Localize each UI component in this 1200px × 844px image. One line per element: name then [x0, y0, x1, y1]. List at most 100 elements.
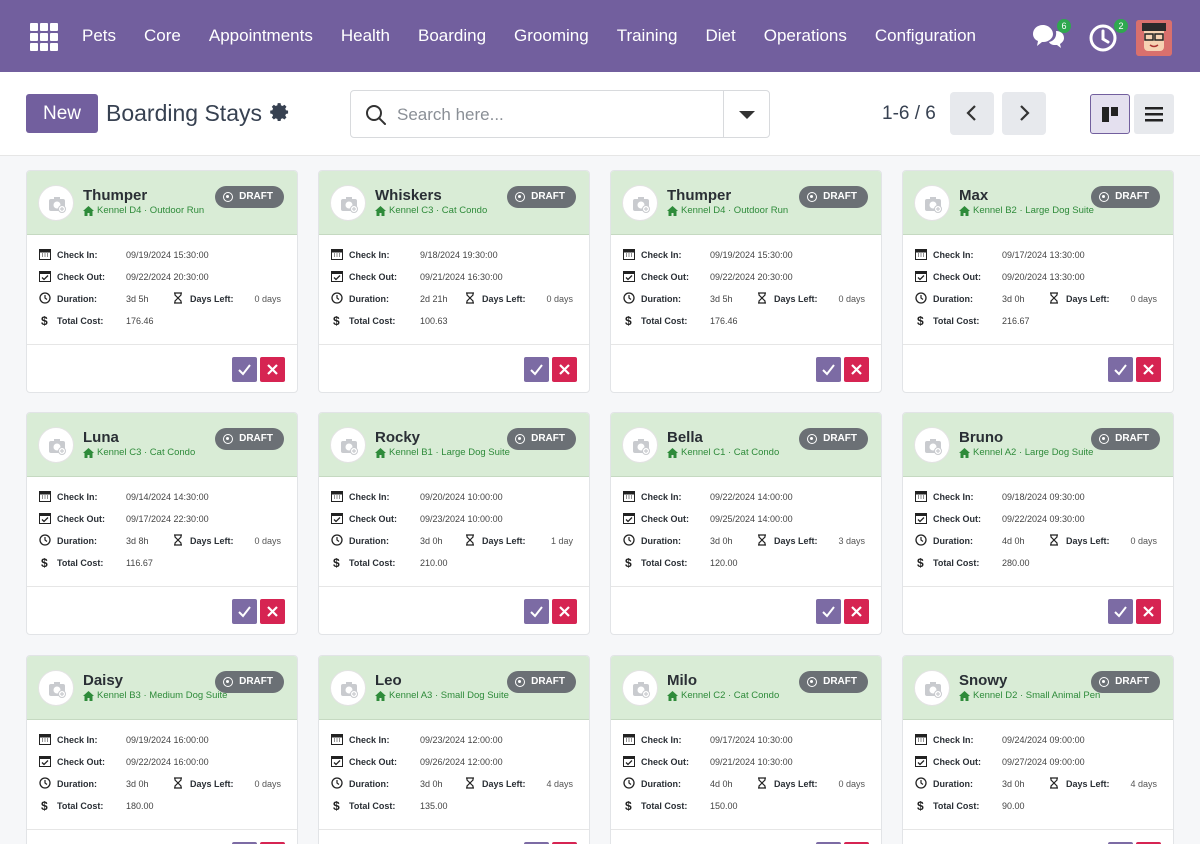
apps-menu-icon[interactable] — [30, 23, 58, 51]
confirm-button[interactable] — [524, 357, 549, 382]
boarding-card[interactable]: Daisy Kennel B3 · Medium Dog Suite DRAFT… — [26, 655, 298, 844]
check-out-value: 09/22/2024 09:30:00 — [1002, 514, 1085, 524]
clock-icon — [623, 777, 635, 789]
card-header: Thumper Kennel D4 · Outdoor Run DRAFT — [27, 171, 297, 235]
activities-clock-icon[interactable]: 2 — [1088, 19, 1128, 52]
cancel-button[interactable] — [844, 357, 869, 382]
cancel-button[interactable] — [260, 357, 285, 382]
close-icon — [851, 364, 862, 375]
gear-icon[interactable] — [269, 102, 291, 124]
status-label: DRAFT — [1115, 191, 1149, 202]
duration-label: Duration: — [57, 536, 97, 546]
cancel-button[interactable] — [1136, 357, 1161, 382]
status-dot-icon — [223, 677, 234, 687]
confirm-button[interactable] — [232, 599, 257, 624]
card-footer — [27, 829, 297, 844]
menu-item-boarding[interactable]: Boarding — [404, 26, 500, 46]
check-out-row: Check Out: 09/17/2024 22:30:00 — [27, 508, 297, 528]
menu-item-configuration[interactable]: Configuration — [861, 26, 990, 46]
camera-icon — [49, 197, 66, 213]
svg-text:$: $ — [917, 314, 924, 326]
check-in-value: 09/20/2024 10:00:00 — [420, 492, 503, 502]
messages-icon[interactable]: 6 — [1031, 19, 1071, 52]
duration-value: 3d 0h — [420, 779, 443, 789]
home-icon — [667, 447, 678, 458]
pager-next-button[interactable] — [1002, 92, 1046, 135]
boarding-card[interactable]: Bella Kennel C1 · Cat Condo DRAFT Check … — [610, 412, 882, 635]
cancel-button[interactable] — [260, 599, 285, 624]
boarding-card[interactable]: Rocky Kennel B1 · Large Dog Suite DRAFT … — [318, 412, 590, 635]
total-cost-value: 120.00 — [710, 558, 738, 568]
check-in-value: 09/23/2024 12:00:00 — [420, 735, 503, 745]
confirm-button[interactable] — [524, 599, 549, 624]
activities-badge: 2 — [1114, 19, 1128, 33]
boarding-card[interactable]: Thumper Kennel D4 · Outdoor Run DRAFT Ch… — [26, 170, 298, 393]
boarding-card[interactable]: Snowy Kennel D2 · Small Animal Pen DRAFT… — [902, 655, 1174, 844]
pager-value[interactable]: 1-6 / 6 — [882, 103, 936, 125]
pet-name: Thumper — [667, 187, 732, 204]
menu-item-operations[interactable]: Operations — [750, 26, 861, 46]
cancel-button[interactable] — [552, 599, 577, 624]
kanban-view-button[interactable] — [1090, 94, 1130, 134]
status-badge: DRAFT — [215, 428, 284, 450]
card-header: Luna Kennel C3 · Cat Condo DRAFT — [27, 413, 297, 477]
pager-previous-button[interactable] — [950, 92, 994, 135]
calendar-check-icon — [915, 756, 927, 767]
confirm-button[interactable] — [1108, 599, 1133, 624]
calendar-check-icon — [623, 271, 635, 282]
kennel-info: Kennel C2 · Cat Condo — [667, 690, 779, 701]
check-out-value: 09/21/2024 16:30:00 — [420, 272, 503, 282]
pet-photo-placeholder — [330, 670, 366, 706]
menu-item-core[interactable]: Core — [130, 26, 195, 46]
cancel-button[interactable] — [552, 357, 577, 382]
duration-value: 3d 0h — [710, 536, 733, 546]
menu-item-diet[interactable]: Diet — [691, 26, 749, 46]
home-icon — [959, 447, 970, 458]
menu-item-health[interactable]: Health — [327, 26, 404, 46]
pet-name: Whiskers — [375, 187, 442, 204]
check-out-label: Check Out: — [57, 514, 106, 524]
new-button[interactable]: New — [26, 94, 98, 133]
boarding-card[interactable]: Thumper Kennel D4 · Outdoor Run DRAFT Ch… — [610, 170, 882, 393]
duration-label: Duration: — [933, 536, 973, 546]
dollar-icon: $ — [41, 799, 48, 811]
home-icon — [83, 690, 94, 701]
check-in-label: Check In: — [933, 250, 974, 260]
status-label: DRAFT — [1115, 433, 1149, 444]
boarding-card[interactable]: Whiskers Kennel C3 · Cat Condo DRAFT Che… — [318, 170, 590, 393]
boarding-card[interactable]: Milo Kennel C2 · Cat Condo DRAFT Check I… — [610, 655, 882, 844]
clock-icon — [39, 292, 51, 304]
cancel-button[interactable] — [844, 599, 869, 624]
duration-row: Duration: 4d 0h Days Left: 0 days — [611, 773, 881, 793]
pet-name: Milo — [667, 672, 697, 689]
boarding-card[interactable]: Luna Kennel C3 · Cat Condo DRAFT Check I… — [26, 412, 298, 635]
user-avatar[interactable] — [1136, 20, 1172, 56]
card-header: Daisy Kennel B3 · Medium Dog Suite DRAFT — [27, 656, 297, 720]
check-out-label: Check Out: — [641, 514, 690, 524]
boarding-card[interactable]: Bruno Kennel A2 · Large Dog Suite DRAFT … — [902, 412, 1174, 635]
duration-label: Duration: — [57, 779, 97, 789]
check-out-value: 09/26/2024 12:00:00 — [420, 757, 503, 767]
check-in-value: 09/17/2024 10:30:00 — [710, 735, 793, 745]
cancel-button[interactable] — [1136, 599, 1161, 624]
search-input[interactable] — [397, 101, 717, 129]
menu-item-training[interactable]: Training — [603, 26, 692, 46]
check-in-value: 09/22/2024 14:00:00 — [710, 492, 793, 502]
confirm-button[interactable] — [232, 357, 257, 382]
pet-photo-placeholder — [38, 670, 74, 706]
menu-item-grooming[interactable]: Grooming — [500, 26, 603, 46]
check-in-value: 09/14/2024 14:30:00 — [126, 492, 209, 502]
card-footer — [611, 586, 881, 634]
boarding-card[interactable]: Leo Kennel A3 · Small Dog Suite DRAFT Ch… — [318, 655, 590, 844]
duration-row: Duration: 3d 0h Days Left: 0 days — [903, 288, 1173, 308]
search-options-toggle[interactable] — [723, 91, 769, 137]
menu-item-appointments[interactable]: Appointments — [195, 26, 327, 46]
total-cost-row: $ Total Cost: 176.46 — [27, 310, 297, 330]
close-icon — [267, 364, 278, 375]
list-view-button[interactable] — [1134, 94, 1174, 134]
confirm-button[interactable] — [816, 599, 841, 624]
confirm-button[interactable] — [816, 357, 841, 382]
menu-item-pets[interactable]: Pets — [68, 26, 130, 46]
boarding-card[interactable]: Max Kennel B2 · Large Dog Suite DRAFT Ch… — [902, 170, 1174, 393]
confirm-button[interactable] — [1108, 357, 1133, 382]
